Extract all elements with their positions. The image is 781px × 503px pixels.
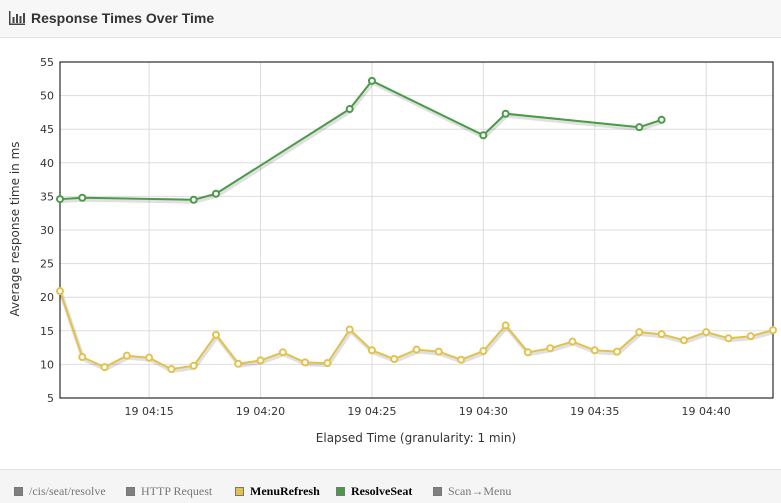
legend: /cis/seat/resolve HTTP Request MenuRefresh…	[0, 469, 781, 503]
y-tick-label: 10	[40, 358, 54, 371]
y-tick-label: 45	[40, 123, 54, 136]
legend-label: Scan→Menu	[448, 483, 512, 498]
menurefresh-point[interactable]	[145, 353, 154, 362]
menurefresh-point[interactable]	[323, 359, 332, 368]
x-tick-label: 19 04:40	[682, 405, 731, 418]
menurefresh-point[interactable]	[769, 326, 777, 335]
menurefresh-point[interactable]	[635, 328, 644, 337]
resolveseat-point[interactable]	[78, 193, 87, 202]
y-tick-label: 15	[40, 325, 54, 338]
y-tick-label: 30	[40, 224, 54, 237]
y-tick-label: 20	[40, 291, 54, 304]
resolveseat-point[interactable]	[635, 123, 644, 132]
menurefresh-point[interactable]	[345, 325, 354, 334]
legend-label: MenuRefresh	[250, 483, 320, 498]
menurefresh-point[interactable]	[122, 351, 131, 360]
menurefresh-point[interactable]	[56, 287, 64, 296]
x-tick-label: 19 04:25	[347, 405, 396, 418]
menurefresh-point[interactable]	[412, 345, 421, 354]
resolveseat-point[interactable]	[189, 195, 198, 204]
legend-swatch	[14, 486, 23, 496]
response-times-chart: 5 10 15 20 25 30 35 40 45 50 55 19 04:15 19 04:20 19 …	[8, 56, 777, 445]
legend-item-cis-seat-resolve[interactable]: /cis/seat/resolve	[14, 483, 106, 499]
x-tick-label: 19 04:15	[125, 405, 174, 418]
chart-header: Response Times Over Time	[0, 0, 781, 38]
x-tick-label: 19 04:35	[570, 405, 619, 418]
y-tick-label: 55	[40, 56, 54, 69]
resolveseat-point[interactable]	[479, 131, 488, 140]
menurefresh-point[interactable]	[568, 337, 577, 346]
y-tick-label: 25	[40, 258, 54, 271]
menurefresh-point[interactable]	[256, 356, 265, 365]
bar-chart-icon	[9, 11, 25, 25]
legend-item-http-request[interactable]: HTTP Request	[126, 483, 212, 499]
resolveseat-point[interactable]	[657, 115, 666, 124]
legend-swatch	[235, 486, 244, 496]
menurefresh-point[interactable]	[501, 321, 510, 330]
resolveseat-point[interactable]	[345, 105, 354, 114]
chart-title: Response Times Over Time	[31, 10, 215, 26]
y-tick-label: 5	[47, 392, 54, 405]
resolveseat-point[interactable]	[367, 76, 376, 85]
x-tick-label: 19 04:30	[459, 405, 508, 418]
legend-label: /cis/seat/resolve	[29, 483, 106, 498]
resolveseat-point[interactable]	[501, 109, 510, 118]
y-tick-label: 40	[40, 157, 54, 170]
menurefresh-point[interactable]	[679, 336, 688, 345]
menurefresh-point[interactable]	[211, 330, 220, 339]
resolveseat-point[interactable]	[211, 189, 220, 198]
menurefresh-point[interactable]	[167, 365, 176, 374]
menurefresh-point[interactable]	[479, 346, 488, 355]
menurefresh-point[interactable]	[724, 334, 733, 343]
legend-item-resolveseat[interactable]: ResolveSeat	[336, 483, 412, 499]
menurefresh-point[interactable]	[746, 332, 755, 341]
legend-label: HTTP Request	[141, 483, 213, 498]
legend-item-menurefresh[interactable]: MenuRefresh	[235, 483, 320, 499]
menurefresh-point[interactable]	[457, 355, 466, 364]
legend-label: ResolveSeat	[351, 483, 413, 498]
menurefresh-point[interactable]	[434, 347, 443, 356]
legend-item-scan-menu[interactable]: Scan→Menu	[433, 483, 511, 499]
legend-swatch	[336, 486, 345, 496]
x-tick-label: 19 04:20	[236, 405, 285, 418]
menurefresh-point[interactable]	[702, 328, 711, 337]
menurefresh-point[interactable]	[278, 348, 287, 357]
resolveseat-point[interactable]	[56, 195, 64, 204]
legend-swatch	[433, 486, 442, 496]
menurefresh-point[interactable]	[78, 353, 87, 362]
x-axis-label: Elapsed Time (granularity: 1 min)	[316, 431, 516, 445]
y-tick-label: 35	[40, 190, 54, 203]
legend-swatch	[126, 486, 135, 496]
menurefresh-point[interactable]	[657, 330, 666, 339]
menurefresh-point[interactable]	[590, 346, 599, 355]
menurefresh-point[interactable]	[523, 348, 532, 357]
y-tick-label: 50	[40, 90, 54, 103]
menurefresh-point[interactable]	[390, 355, 399, 364]
menurefresh-point[interactable]	[613, 347, 622, 356]
menurefresh-point[interactable]	[367, 346, 376, 355]
y-axis-label: Average response time in ms	[8, 141, 22, 316]
menurefresh-point[interactable]	[546, 344, 555, 353]
menurefresh-point[interactable]	[189, 361, 198, 370]
menurefresh-point[interactable]	[100, 363, 109, 372]
menurefresh-point[interactable]	[234, 359, 243, 368]
menurefresh-point[interactable]	[301, 358, 310, 367]
